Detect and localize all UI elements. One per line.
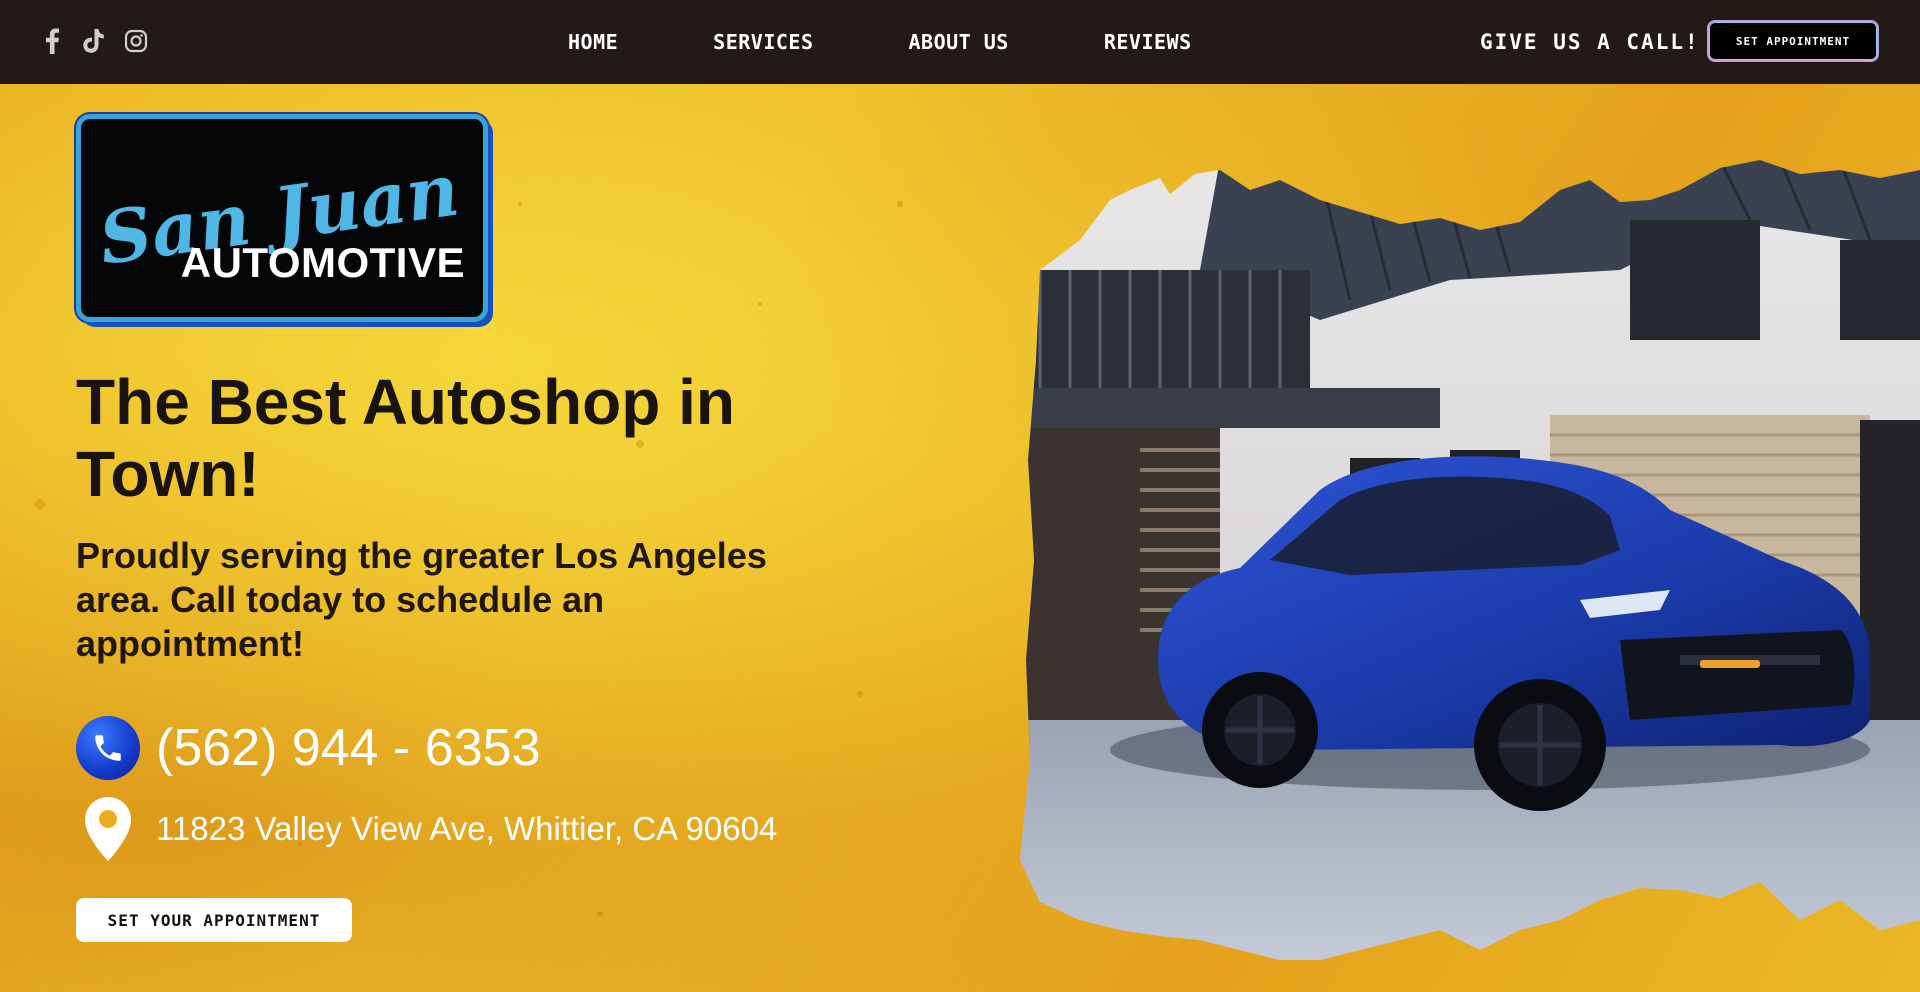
logo-script-graphic: San Juan (94, 146, 464, 280)
set-appointment-button[interactable]: SET APPOINTMENT (1707, 20, 1879, 62)
hero-subtitle: Proudly serving the greater Los Angeles … (76, 535, 767, 664)
top-navbar: HOME SERVICES ABOUT US REVIEWS GIVE US A… (0, 0, 1920, 84)
location-pin-icon (76, 794, 140, 864)
call-us-label[interactable]: GIVE US A CALL! (1480, 30, 1700, 54)
hero-title-line1: The Best Autoshop in (76, 366, 735, 438)
hero-title-line2: Town! (76, 438, 260, 510)
phone-row: (562) 944 - 6353 (76, 716, 541, 780)
tiktok-icon[interactable] (80, 26, 108, 56)
nav-services[interactable]: SERVICES (713, 30, 813, 54)
phone-number[interactable]: (562) 944 - 6353 (156, 718, 541, 778)
main-nav: HOME SERVICES ABOUT US REVIEWS (568, 30, 1192, 54)
hero-title: The Best Autoshop in Town! (76, 366, 836, 510)
logo-subtitle: AUTOMOTIVE (180, 239, 465, 286)
address-text: 11823 Valley View Ave, Whittier, CA 9060… (156, 810, 778, 847)
brand-logo[interactable]: San Juan AUTOMOTIVE (76, 114, 488, 322)
hero-car-photo (1020, 160, 1920, 960)
facebook-icon[interactable] (38, 26, 66, 56)
instagram-icon[interactable] (122, 26, 150, 56)
phone-icon (76, 716, 140, 780)
nav-about-us[interactable]: ABOUT US (909, 30, 1009, 54)
nav-home[interactable]: HOME (568, 30, 618, 54)
set-your-appointment-button[interactable]: SET YOUR APPOINTMENT (76, 898, 352, 942)
nav-reviews[interactable]: REVIEWS (1104, 30, 1192, 54)
address-row: 11823 Valley View Ave, Whittier, CA 9060… (76, 794, 777, 864)
social-links (38, 26, 150, 56)
